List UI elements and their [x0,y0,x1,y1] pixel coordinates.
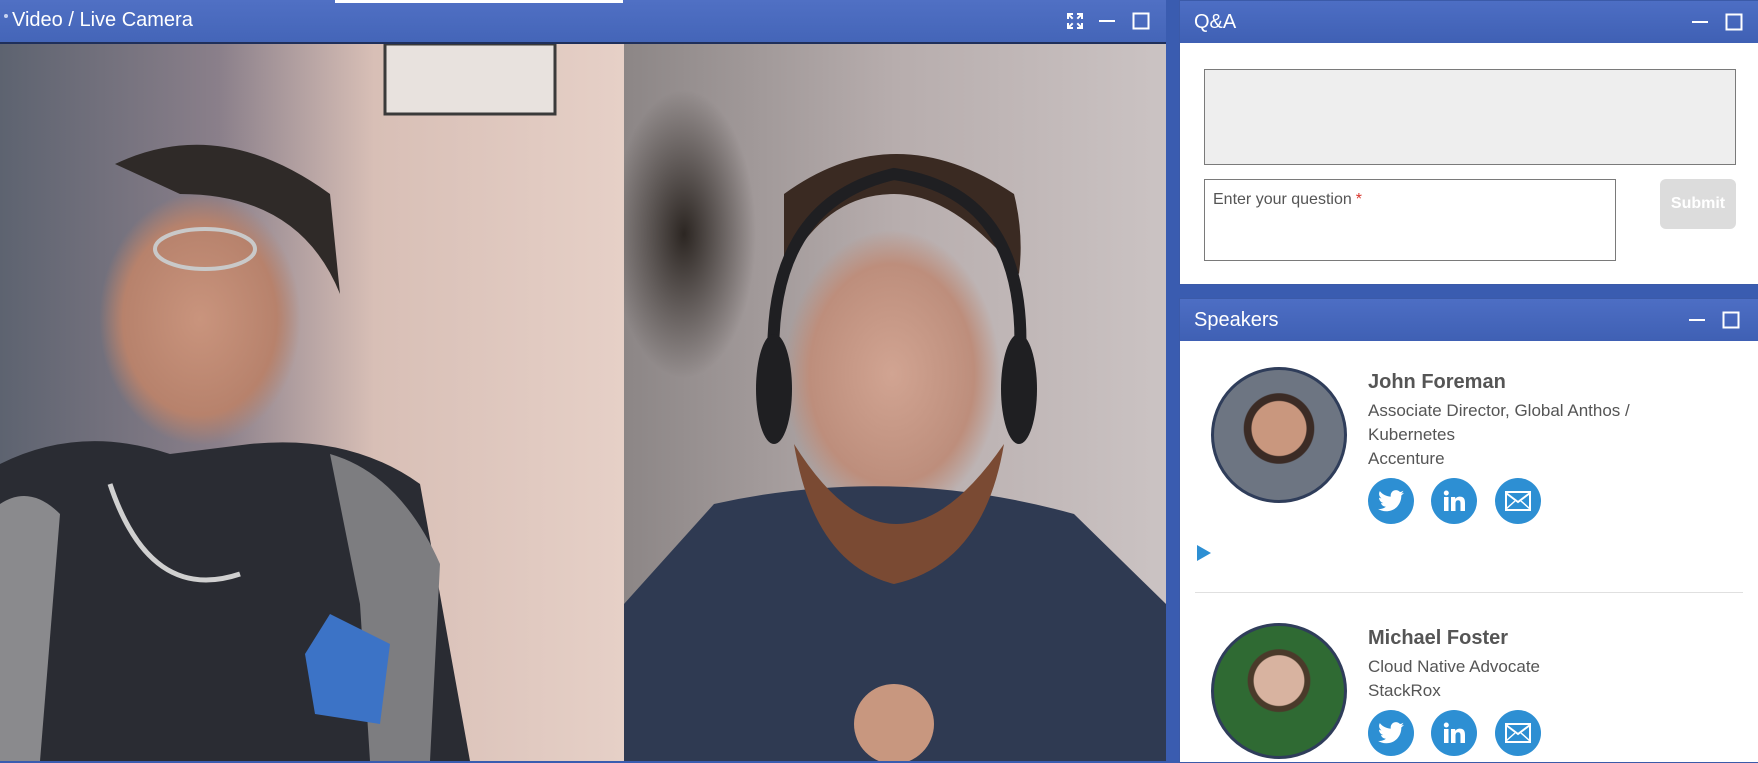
speaker-name: Michael Foster [1368,627,1509,649]
email-icon[interactable] [1495,478,1541,524]
qa-titlebar[interactable]: Q&A [1180,1,1758,43]
qa-messages-area[interactable] [1204,69,1736,165]
speaker-divider [1195,592,1743,593]
minimize-icon[interactable] [1690,12,1710,32]
speaker-title-cont: Kubernetes [1368,425,1455,444]
speaker-name: John Foreman [1368,371,1506,393]
avatar [1211,623,1347,759]
camera-feed-right [624,44,1166,761]
submit-button[interactable]: Submit [1660,179,1736,229]
speakers-titlebar[interactable]: Speakers [1180,299,1758,341]
grip-icon [4,14,8,18]
minimize-icon[interactable] [1097,11,1117,31]
maximize-icon[interactable] [1131,11,1151,31]
required-marker: * [1355,191,1362,208]
video-panel: Video / Live Camera [0,0,1166,761]
video-titlebar[interactable]: Video / Live Camera [0,0,1166,44]
play-icon[interactable] [1197,545,1211,561]
minimize-icon[interactable] [1687,310,1707,330]
avatar [1211,367,1347,503]
fullscreen-icon[interactable] [1065,11,1085,31]
linkedin-icon[interactable] [1431,478,1477,524]
speaker-title: Associate Director, Global Anthos / [1368,401,1630,420]
titlebar-highlight [335,0,623,3]
speakers-panel: Speakers John Foreman Associate Director… [1179,298,1758,763]
twitter-icon[interactable] [1368,478,1414,524]
maximize-icon[interactable] [1724,12,1744,32]
camera-feed-left [0,44,624,761]
twitter-icon[interactable] [1368,710,1414,756]
qa-title: Q&A [1194,11,1237,33]
qa-panel: Q&A Enter your question * Submit [1179,0,1758,285]
video-title: Video / Live Camera [12,9,193,31]
question-input[interactable]: Enter your question * [1204,179,1616,261]
speaker-title: Cloud Native Advocate [1368,657,1540,676]
speakers-title: Speakers [1194,309,1279,331]
question-label-text: Enter your question [1213,191,1352,208]
speaker-company: StackRox [1368,681,1441,700]
linkedin-icon[interactable] [1431,710,1477,756]
maximize-icon[interactable] [1721,310,1741,330]
question-input-label: Enter your question * [1213,191,1362,209]
email-icon[interactable] [1495,710,1541,756]
speaker-company: Accenture [1368,449,1445,468]
